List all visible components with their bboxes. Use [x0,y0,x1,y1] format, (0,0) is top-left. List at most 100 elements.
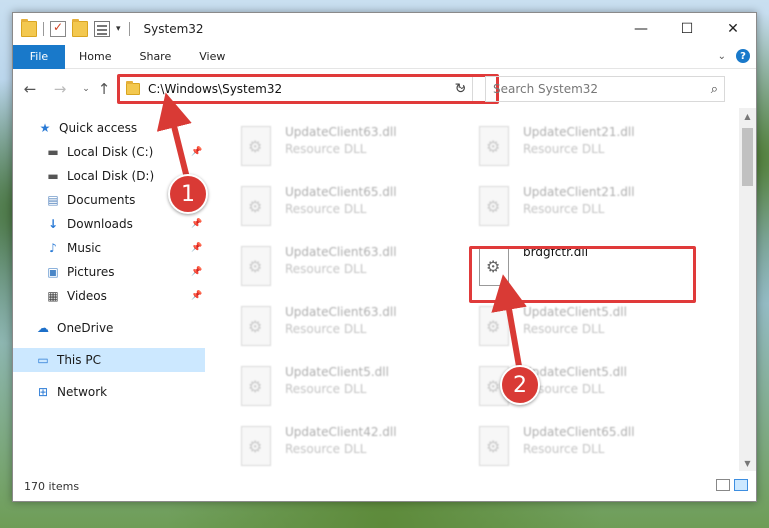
file-item[interactable]: UpdateClient63.dll Resource DLL [233,242,463,298]
sidebar-item-pictures[interactable]: ▣ Pictures [45,261,115,283]
navigation-bar: ← → ⌄ ↑ C:\Windows\System32 ⌄ ↻ Search S… [13,70,756,108]
scroll-up-icon[interactable]: ▲ [739,108,756,125]
file-type: Resource DLL [285,202,367,216]
sidebar-item-label: This PC [57,353,101,367]
help-icon[interactable]: ? [736,49,750,63]
file-explorer-window: ▾ System32 — ☐ ✕ File Home Share View ⌄ … [12,12,757,502]
file-name: UpdateClient63.dll [285,305,397,319]
sidebar-item-quick-access[interactable]: ★ Quick access [37,117,138,139]
search-input[interactable]: Search System32 ⌕ [485,76,725,102]
tab-file[interactable]: File [13,44,65,69]
videos-icon: ▦ [47,289,59,303]
dll-file-icon [241,366,271,406]
vertical-scrollbar[interactable]: ▲ ▼ [739,108,756,472]
properties-check-icon[interactable] [50,20,66,37]
file-type: Resource DLL [285,142,367,156]
annotation-badge-1: 1 [168,174,208,214]
navigation-pane: ★ Quick access ▬ Local Disk (C:) 📌 ▬ Loc… [13,108,205,472]
file-type: Resource DLL [523,202,605,216]
pin-icon[interactable]: 📌 [191,267,202,277]
dll-file-icon [241,426,271,466]
tiles-view-icon[interactable] [734,479,748,491]
forward-arrow-icon[interactable]: → [49,78,71,100]
sidebar-item-label: Pictures [67,265,115,279]
window-title: System32 [143,22,204,36]
view-toggle [716,479,748,491]
file-name: UpdateClient42.dll [285,425,397,439]
file-item[interactable]: UpdateClient63.dll Resource DLL [233,302,463,358]
file-item[interactable]: UpdateClient65.dll Resource DLL [471,422,701,472]
file-type: Resource DLL [523,142,605,156]
file-item[interactable]: UpdateClient42.dll Resource DLL [233,422,463,472]
sidebar-item-local-disk-c[interactable]: ▬ Local Disk (C:) [45,141,153,163]
file-type: Resource DLL [285,442,367,456]
properties-list-icon[interactable] [94,21,110,37]
sidebar-item-label: Network [57,385,108,399]
sidebar-item-label: Videos [67,289,107,303]
new-folder-icon[interactable] [72,19,88,37]
sidebar-item-music[interactable]: ♪ Music [45,237,101,259]
customize-toolbar-chevron-icon[interactable]: ▾ [116,24,121,34]
file-type: Resource DLL [523,442,605,456]
cloud-icon: ☁ [37,321,49,335]
window-controls: — ☐ ✕ [618,13,756,45]
scrollbar-thumb[interactable] [742,128,753,186]
file-item[interactable]: UpdateClient63.dll Resource DLL [233,122,463,178]
ribbon-tabs: File Home Share View ⌄ ? [13,44,756,69]
pin-icon[interactable]: 📌 [191,147,202,157]
back-arrow-icon[interactable]: ← [19,78,41,100]
star-icon: ★ [39,121,51,135]
file-name: UpdateClient63.dll [285,125,397,139]
pictures-icon: ▣ [47,265,59,279]
file-name: UpdateClient5.dll [523,305,627,319]
minimize-button[interactable]: — [618,13,664,45]
file-item[interactable]: UpdateClient21.dll Resource DLL [471,122,701,178]
search-placeholder: Search System32 [493,82,599,96]
sidebar-item-local-disk-d[interactable]: ▬ Local Disk (D:) [45,165,154,187]
quick-access-toolbar: ▾ [13,13,136,45]
music-icon: ♪ [49,241,57,255]
sidebar-item-documents[interactable]: ▤ Documents [45,189,135,211]
sidebar-item-videos[interactable]: ▦ Videos [45,285,107,307]
pin-icon[interactable]: 📌 [191,291,202,301]
tab-home[interactable]: Home [65,45,125,69]
dll-file-icon [241,306,271,346]
file-item[interactable]: UpdateClient65.dll Resource DLL [233,182,463,238]
divider [43,22,44,36]
dll-file-icon [479,186,509,226]
up-arrow-icon[interactable]: ↑ [93,78,115,100]
search-icon[interactable]: ⌕ [711,82,718,97]
sidebar-item-this-pc[interactable]: ▭ This PC [13,348,205,372]
sidebar-item-onedrive[interactable]: ☁ OneDrive [35,317,113,339]
file-type: Resource DLL [285,262,367,276]
status-bar: 170 items [13,471,756,501]
folder-icon [21,19,37,37]
dll-file-icon [241,246,271,286]
file-name: UpdateClient21.dll [523,185,635,199]
item-count: 170 items [24,479,80,493]
sidebar-item-downloads[interactable]: ↓ Downloads [45,213,133,235]
sidebar-item-label: Downloads [67,217,133,231]
sidebar-item-label: Quick access [59,121,138,135]
close-button[interactable]: ✕ [710,13,756,45]
maximize-button[interactable]: ☐ [664,13,710,45]
sidebar-item-network[interactable]: ⊞ Network [35,381,107,403]
annotation-badge-2: 2 [500,365,540,405]
tab-share[interactable]: Share [125,45,185,69]
pin-icon[interactable]: 📌 [191,243,202,253]
sidebar-item-label: OneDrive [57,321,114,335]
sidebar-item-label: Documents [67,193,136,207]
file-item[interactable]: UpdateClient21.dll Resource DLL [471,182,701,238]
expand-ribbon-chevron-icon[interactable]: ⌄ [718,51,726,62]
file-item[interactable]: UpdateClient5.dll Resource DLL [471,302,701,358]
network-icon: ⊞ [37,385,49,399]
pin-icon[interactable]: 📌 [191,219,202,229]
file-name: UpdateClient5.dll [285,365,389,379]
tab-view[interactable]: View [185,45,239,69]
dll-file-icon [241,126,271,166]
scroll-down-icon[interactable]: ▼ [739,455,756,472]
dll-file-icon [479,126,509,166]
file-item[interactable]: UpdateClient5.dll Resource DLL [233,362,463,418]
details-view-icon[interactable] [716,479,730,491]
file-name: UpdateClient65.dll [285,185,397,199]
